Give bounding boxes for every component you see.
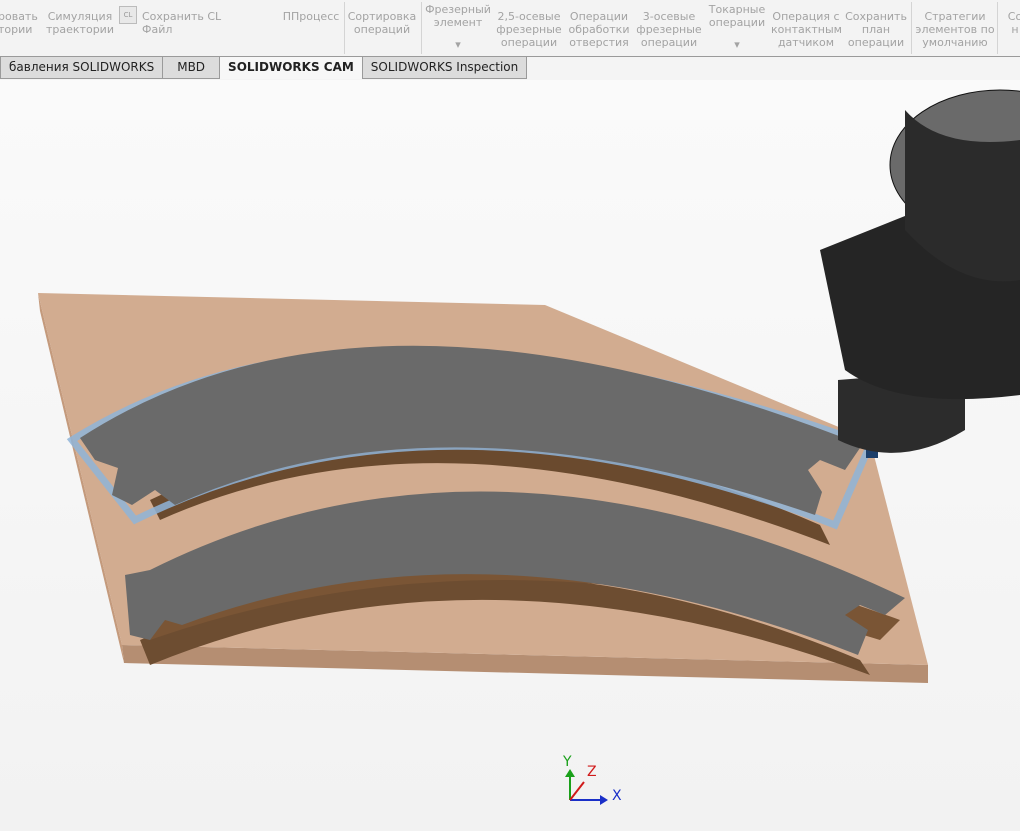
2-5-axis-mill-ops-button[interactable]: 2,5-осевые фрезерные операции — [496, 10, 562, 49]
separator — [911, 2, 912, 54]
graphics-viewport[interactable]: X Y Z — [0, 80, 1020, 831]
chevron-down-icon[interactable]: ▾ — [727, 38, 747, 51]
simulate-toolpath-button[interactable]: Симуляция траектории — [46, 10, 114, 36]
sort-operations-button[interactable]: Сортировка операций — [347, 10, 417, 36]
tab-solidworks-inspection[interactable]: SOLIDWORKS Inspection — [361, 57, 528, 79]
3-axis-mill-ops-button[interactable]: 3-осевые фрезерные операции — [636, 10, 702, 49]
truncated-button[interactable]: Со н — [1000, 10, 1020, 36]
save-cl-file-button[interactable]: Сохранить CL Файл — [142, 10, 252, 36]
tab-solidworks-cam[interactable]: SOLIDWORKS CAM — [219, 57, 363, 79]
separator — [997, 2, 998, 54]
cam-simulation-scene: X Y Z — [38, 89, 1020, 805]
x-axis-label: X — [612, 788, 622, 804]
separator — [344, 2, 345, 54]
chevron-down-icon[interactable]: ▾ — [448, 38, 468, 51]
separator — [421, 2, 422, 54]
cam-ribbon: ровать тории Симуляция траектории CL Сох… — [0, 0, 1020, 57]
command-manager-tabs: бавления SOLIDWORKS MBD SOLIDWORKS CAM S… — [0, 57, 528, 79]
probe-op-button[interactable]: Операция с контактным датчиком — [771, 10, 842, 49]
axis-triad: X Y Z — [562, 754, 622, 805]
tab-mbd[interactable]: MBD — [162, 57, 221, 79]
y-axis-label: Y — [562, 754, 572, 770]
default-strategies-button[interactable]: Стратегии элементов по умолчанию — [914, 10, 996, 49]
tab-solidworks-addins[interactable]: бавления SOLIDWORKS — [0, 57, 164, 79]
cutting-tool — [820, 89, 1020, 458]
save-op-plan-button[interactable]: Сохранить план операции — [843, 10, 909, 49]
turn-ops-button[interactable]: Токарные операции — [705, 3, 769, 29]
z-axis-label: Z — [587, 764, 597, 780]
post-process-button[interactable]: ППроцесс — [280, 10, 342, 23]
cl-file-icon: CL — [119, 6, 137, 24]
mill-feature-button[interactable]: Фрезерный элемент — [424, 3, 492, 29]
toolpath-button[interactable]: ровать тории — [0, 10, 40, 36]
hole-ops-button[interactable]: Операции обработки отверстия — [566, 10, 632, 49]
